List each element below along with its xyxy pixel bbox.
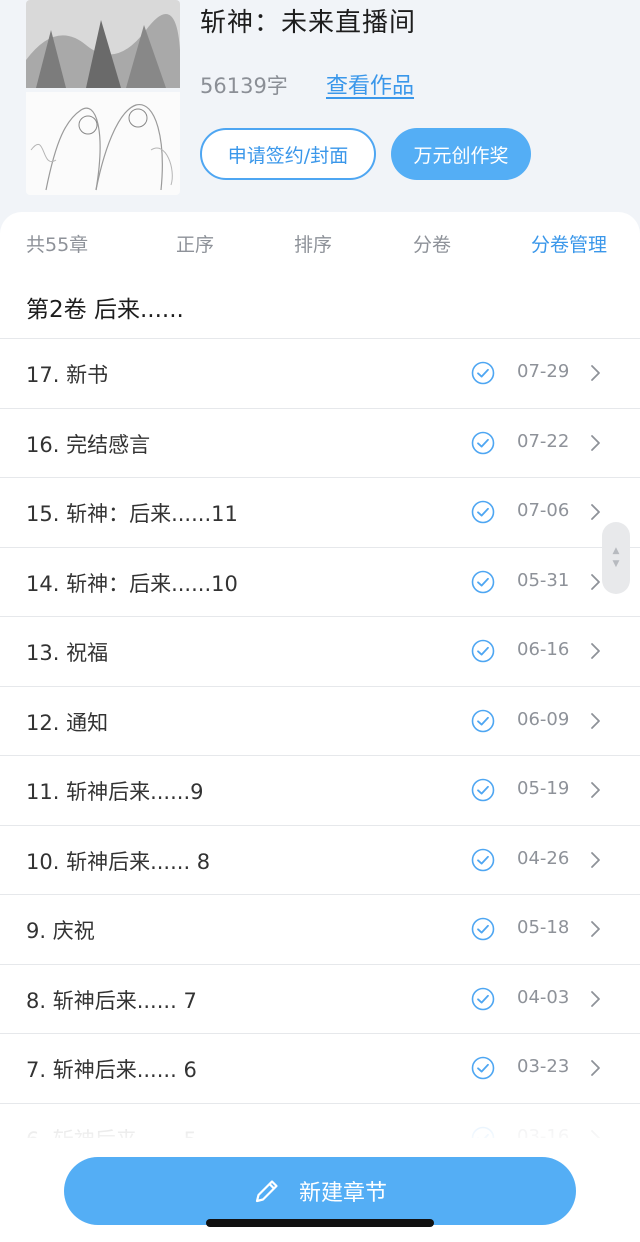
new-chapter-button[interactable]: 新建章节: [64, 1157, 576, 1225]
view-works-link[interactable]: 查看作品: [326, 68, 414, 100]
chevron-right-icon: [591, 573, 600, 590]
chapter-row[interactable]: 14. 斩神：后来......10 05-31: [0, 546, 640, 617]
chapter-date: 06-16: [517, 639, 570, 660]
chapter-row[interactable]: 15. 斩神：后来......11 07-06: [0, 477, 640, 547]
chapter-row[interactable]: 9. 庆祝 05-18: [0, 894, 640, 964]
chevron-right-icon: [591, 504, 600, 520]
chapter-date: 07-22: [517, 430, 570, 452]
check-circle-icon: [471, 848, 495, 871]
chapter-title: 8. 斩神后来...... 7: [26, 988, 197, 1013]
check-circle-icon: [471, 639, 495, 663]
chapter-title: 14. 斩神：后来......10: [26, 571, 238, 596]
check-circle-icon: [471, 431, 495, 454]
award-button[interactable]: 万元创作奖: [391, 128, 531, 180]
chevron-right-icon: [591, 365, 600, 381]
check-circle-icon: [471, 361, 495, 385]
chapter-row[interactable]: 16. 完结感言 07-22: [0, 407, 640, 478]
new-chapter-label: 新建章节: [298, 1181, 387, 1206]
chevron-right-icon: [591, 990, 600, 1007]
chevron-right-icon: [591, 921, 600, 937]
check-circle-icon: [471, 570, 495, 593]
chapter-date: 07-29: [517, 361, 570, 382]
chapter-date: 05-31: [517, 569, 570, 591]
chevron-right-icon: [591, 712, 600, 729]
chapter-row[interactable]: 10. 斩神后来...... 8 04-26: [0, 824, 640, 895]
chapter-title: 7. 斩神后来...... 6: [26, 1058, 197, 1082]
chapter-title: 13. 祝福: [26, 641, 109, 665]
chapter-title: 17. 新书: [26, 363, 109, 387]
chapter-toolbar: 共55章 正序 排序 分卷 分卷管理: [0, 212, 640, 272]
chapter-row[interactable]: 8. 斩神后来...... 7 04-03: [0, 963, 640, 1034]
chapter-date: 06-09: [517, 708, 570, 730]
book-title: 斩神：未来直播间: [200, 8, 417, 38]
scroll-up-icon: ▲: [612, 546, 620, 556]
book-cover[interactable]: [26, 0, 180, 195]
chapter-row[interactable]: 11. 斩神后来......9 05-19: [0, 755, 640, 825]
chevron-right-icon: [591, 851, 600, 868]
chapter-date: 05-18: [517, 917, 570, 938]
chapter-title: 15. 斩神：后来......11: [26, 502, 238, 526]
chapter-date: 07-06: [517, 500, 570, 521]
chapter-row[interactable]: 7. 斩神后来...... 6 03-23: [0, 1033, 640, 1103]
chevron-right-icon: [591, 1060, 600, 1076]
chapter-row[interactable]: 13. 祝福 06-16: [0, 616, 640, 686]
chapter-list[interactable]: 17. 新书 07-29 16. 完结感言 07-22 15. 斩神：后来......1…: [0, 338, 640, 1138]
chapter-card: 共55章 正序 排序 分卷 分卷管理 第2卷 后来...... 17. 新书 07…: [0, 212, 640, 1242]
chapter-title: 12. 通知: [26, 710, 109, 735]
chevron-right-icon: [591, 643, 600, 659]
tab-order[interactable]: 正序: [176, 230, 214, 257]
chapter-title: 9. 庆祝: [26, 919, 95, 943]
check-circle-icon: [471, 709, 495, 732]
chapter-title: 10. 斩神后来...... 8: [26, 849, 211, 874]
pencil-icon: [255, 1180, 278, 1203]
chapter-row[interactable]: 17. 新书 07-29: [0, 338, 640, 408]
chevron-right-icon: [591, 434, 600, 451]
word-count: 56139字: [200, 74, 288, 98]
home-indicator[interactable]: [206, 1219, 434, 1227]
tab-volume-manage[interactable]: 分卷管理: [531, 230, 607, 257]
chapter-date: 03-23: [517, 1056, 570, 1077]
apply-sign-button[interactable]: 申请签约/封面: [200, 128, 376, 180]
chapter-count: 共55章: [26, 234, 89, 256]
chapter-title: 11. 斩神后来......9: [26, 780, 204, 804]
check-circle-icon: [471, 917, 495, 941]
chapter-date: 04-26: [517, 847, 570, 869]
check-circle-icon: [471, 778, 495, 802]
chapter-date: 04-03: [517, 986, 570, 1008]
check-circle-icon: [471, 500, 495, 524]
tab-sort[interactable]: 排序: [294, 230, 332, 257]
volume-title: 第2卷 后来......: [26, 297, 184, 323]
chapter-row[interactable]: 12. 通知 06-09: [0, 685, 640, 756]
chapter-title: 16. 完结感言: [26, 432, 151, 457]
book-header: 斩神：未来直播间 56139字 查看作品 申请签约/封面 万元创作奖: [0, 0, 640, 215]
chapter-date: 05-19: [517, 778, 570, 799]
chevron-right-icon: [591, 782, 600, 798]
scroll-down-icon: ▼: [612, 559, 620, 569]
tab-volume[interactable]: 分卷: [413, 230, 451, 257]
scroll-handle-icon[interactable]: ▲ ▼: [602, 522, 630, 594]
check-circle-icon: [471, 987, 495, 1010]
check-circle-icon: [471, 1056, 495, 1080]
